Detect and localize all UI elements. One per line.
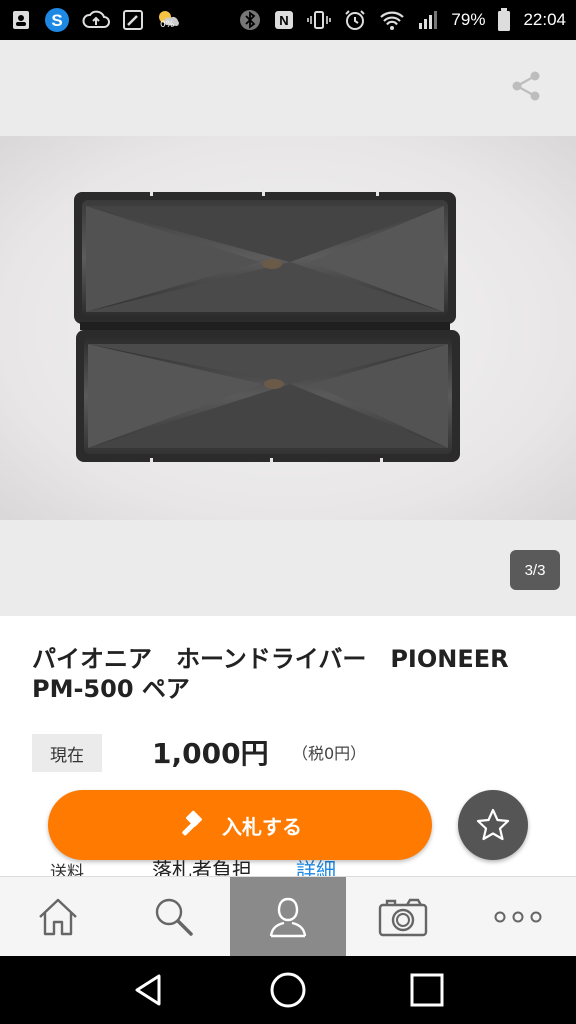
s-app-icon: S (44, 7, 70, 33)
tab-home[interactable] (0, 877, 115, 957)
cloud-upload-icon (82, 9, 110, 31)
vibrate-icon (307, 9, 332, 31)
tab-search[interactable] (115, 877, 230, 957)
clock: 22:04 (523, 10, 566, 29)
search-icon (155, 898, 193, 936)
camera-icon (378, 898, 428, 937)
svg-text:S: S (51, 11, 62, 30)
svg-text:N: N (280, 13, 289, 28)
battery-icon (497, 8, 511, 32)
signal-icon (417, 9, 439, 31)
horn-drivers-image (74, 190, 460, 464)
share-icon (512, 71, 540, 101)
back-icon[interactable] (131, 972, 167, 1008)
share-button[interactable] (506, 66, 546, 106)
price-label: 現在 (32, 734, 102, 772)
bottom-tab-bar (0, 876, 576, 957)
image-footer-band: 3/3 (0, 520, 576, 616)
recents-icon[interactable] (409, 972, 445, 1008)
gavel-icon (182, 810, 203, 836)
watchlist-button[interactable] (458, 790, 528, 860)
contacts-icon (10, 9, 32, 31)
star-icon (476, 808, 510, 841)
bluetooth-icon (239, 9, 261, 31)
current-price: 1,000円 (152, 737, 269, 770)
more-icon (494, 911, 542, 923)
wifi-icon (379, 9, 405, 31)
status-bar: S 0% N 79% 22:04 (0, 0, 576, 40)
image-counter: 3/3 (510, 550, 560, 590)
home-nav-icon[interactable] (268, 970, 308, 1010)
tab-more[interactable] (461, 877, 576, 957)
status-right: N 79% 22:04 (239, 8, 566, 32)
product-photo[interactable] (0, 136, 576, 520)
weather-percent: 0% (160, 20, 175, 30)
system-nav-bar (0, 956, 576, 1024)
tax-amount: （税0円） (292, 744, 367, 763)
screen: S 0% N 79% 22:04 3/3 パイオニア ホーンドライバー PION… (0, 0, 576, 1024)
image-header-band (0, 40, 576, 136)
user-icon (269, 897, 307, 938)
battery-percent: 79% (451, 10, 486, 29)
tab-sell[interactable] (346, 877, 461, 957)
home-icon (38, 898, 77, 936)
bid-button[interactable]: 入札する (48, 790, 432, 860)
alarm-icon (343, 8, 367, 32)
nfc-icon: N (273, 9, 295, 31)
listing-title: パイオニア ホーンドライバー PIONEER PM-500 ペア (32, 645, 509, 703)
status-left: S (10, 7, 180, 33)
tab-my-page[interactable] (230, 877, 346, 957)
bid-button-label: 入札する (222, 814, 302, 839)
image-edit-icon (122, 9, 144, 31)
